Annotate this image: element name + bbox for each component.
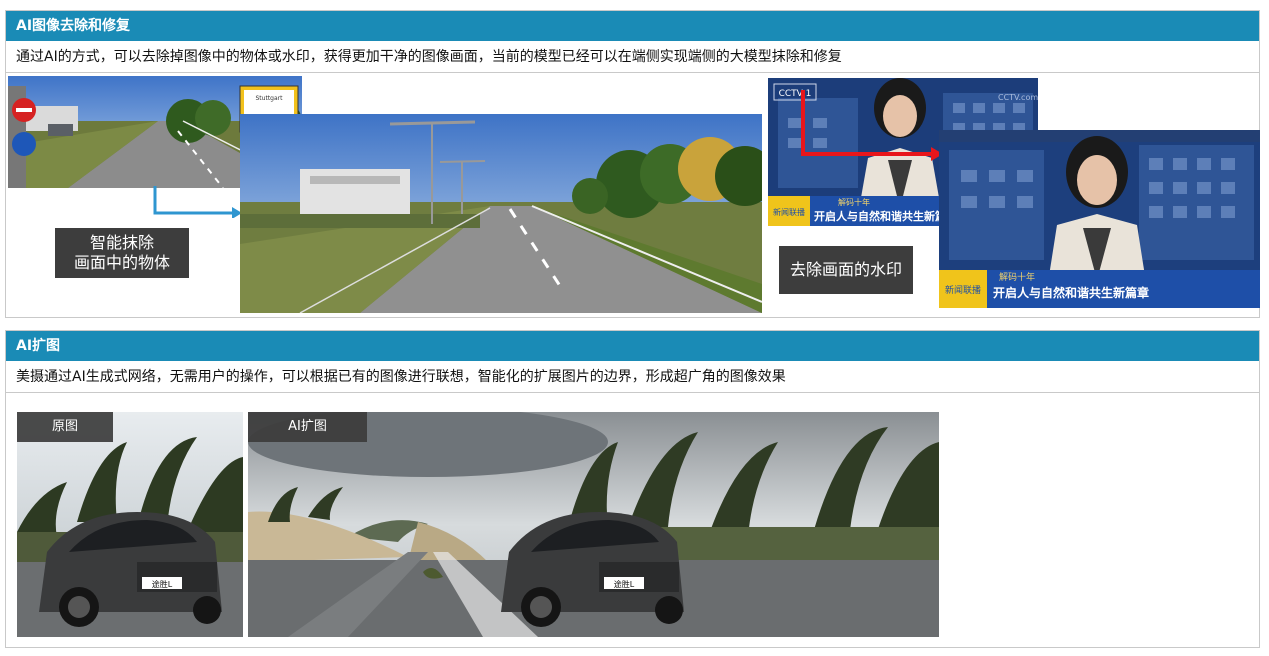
caption-remove-objects: 智能抹除 画面中的物体 [55,228,189,278]
blue-arrow-icon [153,186,242,218]
news-logo-large: 新闻联播 [945,284,981,296]
car-expanded-image: 途胜L [248,412,939,637]
caption-line-2: 画面中的物体 [73,253,170,272]
caption-line-1: 智能抹除 [89,233,154,252]
news-tag-small: 解码十年 [838,197,870,207]
section-description: 通过AI的方式，可以去除掉图像中的物体或水印，获得更加干净的图像画面，当前的模型… [6,41,1259,73]
section-title: AI扩图 [6,331,1259,361]
label-expanded: AI扩图 [248,412,367,442]
section-description: 美摄通过AI生成式网络，无需用户的操作，可以根据已有的图像进行联想，智能化的扩展… [6,361,1259,393]
sign-text: Stuttgart [256,95,284,102]
car-original-image: 途胜L [17,412,243,637]
plate-text-expanded: 途胜L [614,579,635,589]
news-banner-large: 开启人与自然和谐共生新篇章 [993,285,1149,300]
plate-text-original: 途胜L [152,579,173,589]
news-logo-small: 新闻联播 [773,207,805,217]
caption-remove-watermark: 去除画面的水印 [779,246,913,294]
label-original: 原图 [17,412,113,442]
road-cleaned-image [240,114,762,313]
news-banner-small: 开启人与自然和谐共生新篇 [814,209,946,223]
watermark-text: CCTV.com [998,93,1038,102]
section-title: AI图像去除和修复 [6,11,1259,41]
news-cleaned-image: 新闻联播 解码十年 开启人与自然和谐共生新篇章 [939,130,1260,308]
news-tag-large: 解码十年 [999,271,1035,283]
red-arrow-icon [801,90,943,161]
